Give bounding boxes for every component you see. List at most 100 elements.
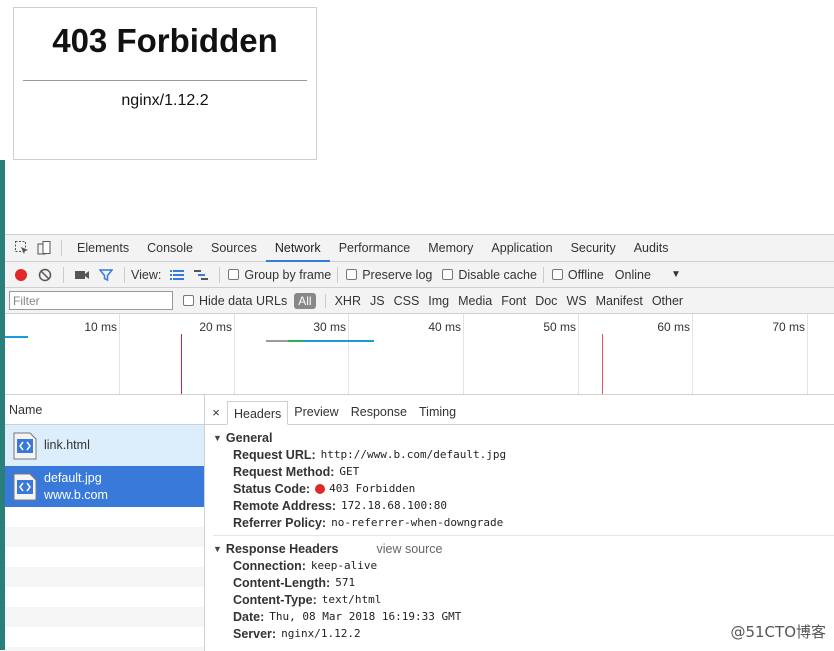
checkbox-box[interactable] <box>346 269 357 280</box>
type-filter-font[interactable]: Font <box>501 294 526 308</box>
tab-response[interactable]: Response <box>345 400 413 424</box>
checkbox-box[interactable] <box>442 269 453 280</box>
expand-triangle-icon[interactable]: ▼ <box>213 433 222 443</box>
header-value: 571 <box>335 576 355 589</box>
throttling-select[interactable]: Online <box>615 268 651 282</box>
header-row: Request Method: GET <box>205 463 834 480</box>
filter-icon[interactable] <box>94 263 118 287</box>
empty-rows-area <box>5 507 204 651</box>
header-value: GET <box>339 465 359 478</box>
header-row: Connection: keep-alive <box>205 557 834 574</box>
name-column-header[interactable]: Name <box>5 395 204 425</box>
expand-triangle-icon[interactable]: ▼ <box>213 544 222 554</box>
requests-list: Name link.html default.jpg www.b.com <box>5 395 205 651</box>
tab-audits[interactable]: Audits <box>625 235 678 262</box>
preserve-log-checkbox[interactable]: Preserve log <box>346 268 432 282</box>
checkbox-box[interactable] <box>228 269 239 280</box>
type-filter-js[interactable]: JS <box>370 294 385 308</box>
header-key: Referrer Policy: <box>233 516 326 530</box>
type-filter-all[interactable]: All <box>294 293 315 309</box>
page-viewport: 403 Forbidden nginx/1.12.2 <box>13 7 317 160</box>
response-headers-title: Response Headers <box>226 542 339 556</box>
tab-security[interactable]: Security <box>562 235 625 262</box>
tab-sources[interactable]: Sources <box>202 235 266 262</box>
hide-data-urls-label: Hide data URLs <box>199 294 287 308</box>
large-rows-icon[interactable] <box>165 263 189 287</box>
type-filter-doc[interactable]: Doc <box>535 294 557 308</box>
tab-headers[interactable]: Headers <box>227 401 288 425</box>
header-value: 172.18.68.100:80 <box>341 499 447 512</box>
timeline-tick-label: 70 ms <box>765 320 805 334</box>
tab-elements[interactable]: Elements <box>68 235 138 262</box>
group-by-frame-checkbox[interactable]: Group by frame <box>228 268 331 282</box>
tab-network[interactable]: Network <box>266 235 330 262</box>
timeline-gridline <box>463 314 464 394</box>
view-label: View: <box>131 268 161 282</box>
disable-cache-checkbox[interactable]: Disable cache <box>442 268 537 282</box>
waterfall-icon[interactable] <box>189 263 213 287</box>
load-event-marker <box>181 334 182 394</box>
filter-input[interactable] <box>9 291 173 310</box>
request-row-link-html[interactable]: link.html <box>5 425 204 466</box>
timeline-tick-label: 30 ms <box>306 320 346 334</box>
clear-icon[interactable] <box>33 263 57 287</box>
record-icon[interactable] <box>9 263 33 287</box>
timeline-gridline <box>578 314 579 394</box>
type-filter-manifest[interactable]: Manifest <box>596 294 643 308</box>
hide-data-urls-checkbox[interactable]: Hide data URLs <box>183 294 287 308</box>
timeline-gridline <box>119 314 120 394</box>
network-toolbar: View: Group by frame Preserve log Disabl… <box>5 262 834 288</box>
inspect-element-icon[interactable] <box>11 237 33 259</box>
header-row: Remote Address: 172.18.68.100:80 <box>205 497 834 514</box>
tab-memory[interactable]: Memory <box>419 235 482 262</box>
timeline-overview[interactable]: 10 ms 20 ms 30 ms 40 ms 50 ms 60 ms 70 m… <box>5 314 834 395</box>
watermark: @51CTO博客 <box>730 621 826 642</box>
header-value: http://www.b.com/default.jpg <box>321 448 506 461</box>
header-value: text/html <box>322 593 382 606</box>
close-icon[interactable]: × <box>209 400 223 424</box>
section-divider <box>213 535 834 536</box>
chevron-down-icon[interactable]: ▼ <box>671 269 681 280</box>
header-row: Status Code: 403 Forbidden <box>205 480 834 497</box>
request-bar-default-jpg <box>303 340 374 342</box>
tab-console[interactable]: Console <box>138 235 202 262</box>
request-bar-waiting <box>266 340 288 342</box>
timeline-tick-label: 50 ms <box>536 320 576 334</box>
toolbar-separator <box>63 267 64 283</box>
tab-performance[interactable]: Performance <box>330 235 420 262</box>
offline-label: Offline <box>568 268 604 282</box>
header-row: Request URL: http://www.b.com/default.jp… <box>205 446 834 463</box>
response-headers-section-header[interactable]: ▼ Response Headers view source <box>205 540 834 557</box>
checkbox-box[interactable] <box>552 269 563 280</box>
type-filter-ws[interactable]: WS <box>566 294 586 308</box>
html-file-icon <box>13 432 37 460</box>
checkbox-box[interactable] <box>183 295 194 306</box>
toolbar-separator <box>219 267 220 283</box>
type-filter-xhr[interactable]: XHR <box>335 294 361 308</box>
view-source-link[interactable]: view source <box>376 542 442 556</box>
header-value: nginx/1.12.2 <box>281 627 360 640</box>
devtools-tab-bar: Elements Console Sources Network Perform… <box>5 235 834 262</box>
header-key: Content-Type: <box>233 593 317 607</box>
filter-separator <box>325 294 326 308</box>
type-filter-media[interactable]: Media <box>458 294 492 308</box>
offline-checkbox[interactable]: Offline <box>552 268 604 282</box>
header-value: Thu, 08 Mar 2018 16:19:33 GMT <box>269 610 461 623</box>
toolbar-separator <box>337 267 338 283</box>
tab-application[interactable]: Application <box>482 235 561 262</box>
type-filter-img[interactable]: Img <box>428 294 449 308</box>
status-value: 403 Forbidden <box>315 482 415 495</box>
general-section-header[interactable]: ▼ General <box>205 429 834 446</box>
capture-screenshots-icon[interactable] <box>70 263 94 287</box>
tab-preview[interactable]: Preview <box>288 400 344 424</box>
type-filter-other[interactable]: Other <box>652 294 683 308</box>
group-by-frame-label: Group by frame <box>244 268 331 282</box>
device-toolbar-icon[interactable] <box>33 237 55 259</box>
request-row-default-jpg[interactable]: default.jpg www.b.com <box>5 466 204 507</box>
load-event-marker <box>602 334 603 394</box>
request-bar-ttfb <box>288 340 303 342</box>
type-filter-css[interactable]: CSS <box>394 294 420 308</box>
tab-timing[interactable]: Timing <box>413 400 462 424</box>
timeline-gridline <box>692 314 693 394</box>
header-key: Date: <box>233 610 264 624</box>
